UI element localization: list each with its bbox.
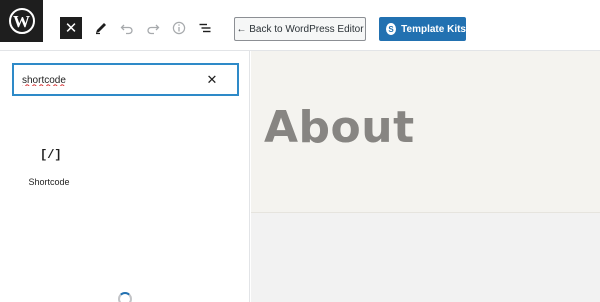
- undo-icon: [120, 24, 133, 35]
- wordpress-icon: W: [8, 8, 35, 34]
- block-search-input[interactable]: [22, 72, 192, 88]
- clear-search-button[interactable]: ✕: [203, 71, 221, 89]
- template-kits-label: Template Kits: [401, 23, 466, 35]
- tools-button[interactable]: [90, 17, 112, 39]
- page-title[interactable]: About: [264, 106, 415, 150]
- wordpress-logo[interactable]: W: [0, 0, 43, 42]
- redo-icon: [147, 24, 160, 35]
- block-inserter-panel: ✕ [/] Shortcode: [0, 51, 250, 302]
- back-to-wordpress-editor-button[interactable]: ← Back to WordPress Editor: [234, 17, 366, 41]
- block-search: ✕: [12, 63, 239, 96]
- undo-button[interactable]: [116, 17, 138, 39]
- editor-canvas: About: [251, 51, 600, 302]
- hero-section[interactable]: About: [251, 51, 600, 213]
- close-icon: ✕: [64, 19, 78, 37]
- editor-toolbar: W ✕ ← Back to WordPress Editor S Templat…: [0, 0, 600, 51]
- details-button[interactable]: [168, 17, 190, 39]
- block-result-shortcode[interactable]: [/] Shortcode: [16, 143, 82, 195]
- close-inserter-button[interactable]: ✕: [60, 17, 82, 39]
- template-kits-button[interactable]: S Template Kits: [379, 17, 466, 41]
- document-outline-button[interactable]: [194, 17, 216, 39]
- block-result-label: Shortcode: [28, 177, 70, 187]
- redo-button[interactable]: [142, 17, 164, 39]
- close-icon: ✕: [206, 72, 218, 87]
- loading-spinner-icon: [118, 292, 132, 302]
- template-kits-icon: S: [386, 23, 397, 35]
- info-icon: [172, 21, 186, 35]
- pencil-icon: [96, 23, 106, 35]
- shortcode-icon: [/]: [40, 148, 62, 162]
- list-view-icon: [199, 23, 211, 33]
